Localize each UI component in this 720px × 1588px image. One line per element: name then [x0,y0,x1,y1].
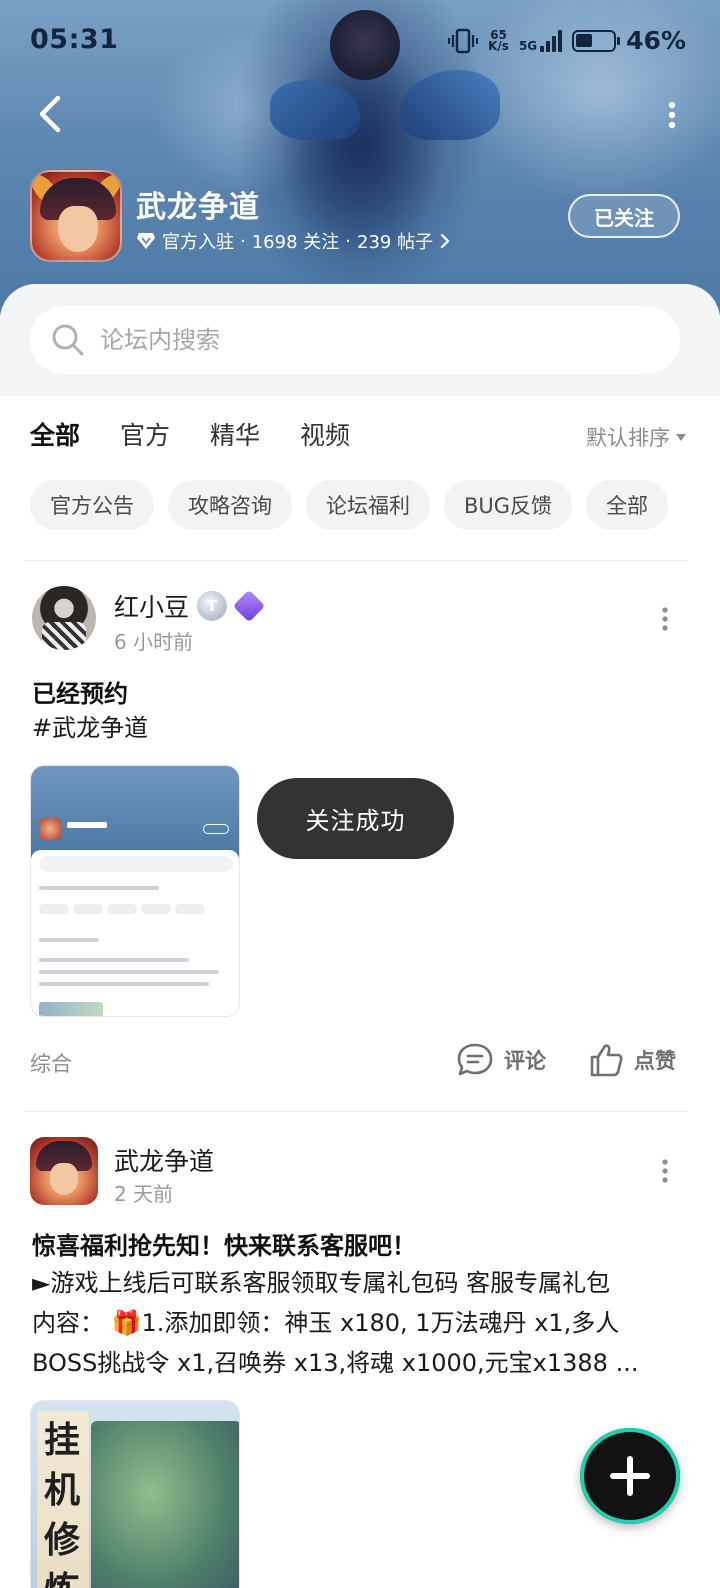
chip-all[interactable]: 全部 [586,480,669,530]
create-post-button[interactable] [580,1428,680,1524]
post-time: 2 天前 [114,1182,174,1206]
tab-official[interactable]: 官方 [120,416,170,456]
verified-diamond-icon [137,233,155,249]
signal-bars-icon [540,29,563,52]
follow-button[interactable]: 已关注 [568,194,680,238]
more-vertical-icon[interactable] [660,1158,670,1184]
screenshot-thumbnail [31,766,239,1016]
app-meta[interactable]: 官方入驻 · 1698 关注 · 239 帖子 [136,228,451,254]
verified-label: 官方入驻 [162,232,234,253]
divider [24,560,688,561]
calligraphy-text: 挂机修炼 [43,1419,80,1588]
comment-icon [457,1043,493,1076]
post-body[interactable]: ►游戏上线后可联系客服领取专属礼包码 客服专属礼包 内容： 🎁1.添加即领：神玉… [32,1263,688,1383]
post-image[interactable]: 挂机修炼 [30,1400,240,1588]
app-icon [30,170,122,262]
post-title[interactable]: 惊喜福利抢先知！快来联系客服吧！ [32,1226,416,1261]
game-scene-art [91,1421,239,1588]
battery-level [576,33,593,47]
sort-dropdown[interactable]: 默认排序 [586,422,686,452]
network-speed: 65 K/s [488,27,509,53]
category-chips: 官方公告 攻略咨询 论坛福利 BUG反馈 全部 [30,480,669,530]
post-body[interactable]: #武龙争道 [32,708,688,748]
comment-label: 评论 [504,1049,546,1073]
vibrate-icon [448,28,479,53]
cell-signal: 5G [518,29,563,53]
search-area [0,284,720,396]
thumbs-up-icon [590,1044,623,1077]
post-image[interactable] [30,765,240,1017]
sort-label: 默认排序 [586,426,670,450]
post-author[interactable]: 武龙争道 [114,1142,214,1178]
meta-separator: · [240,230,246,252]
followers-count: 1698 关注 [251,232,340,253]
divider [24,1111,688,1112]
post-body-line: BOSS挑战令 x1,召唤券 x13,将魂 x1000,元宝x1388 ... [32,1349,639,1377]
tab-featured[interactable]: 精华 [210,416,260,456]
search-input[interactable] [100,326,620,354]
author-name: 红小豆 [114,593,190,622]
chip-guides[interactable]: 攻略咨询 [168,480,292,530]
level-badge-icon: T [197,591,228,621]
caret-down-icon [676,433,686,441]
post-time: 6 小时前 [114,630,194,654]
search-icon [52,324,84,356]
post-author[interactable]: 红小豆 T [114,588,266,624]
like-label: 点赞 [634,1049,676,1073]
filter-tabs: 全部 官方 精华 视频 [30,416,350,462]
chip-announcements[interactable]: 官方公告 [30,480,154,530]
post-actions: 综合 评论 点赞 [0,1042,720,1082]
more-vertical-icon[interactable] [662,100,682,130]
status-icons: 65 K/s 5G 46% [448,26,686,55]
post-title[interactable]: 已经预约 [32,674,128,709]
app-title: 武龙争道 [136,190,260,225]
battery-percent: 46% [626,26,686,55]
chip-bug-feedback[interactable]: BUG反馈 [444,480,573,530]
comment-button[interactable]: 评论 [456,1042,546,1078]
author-name: 武龙争道 [114,1147,215,1176]
chevron-right-icon [440,233,450,249]
search-box[interactable] [30,306,680,374]
network-type: 5G [518,38,538,53]
back-arrow-icon[interactable] [30,92,74,136]
toast-message: 关注成功 [257,778,454,859]
post-body-line: 内容： 🎁1.添加即领：神玉 x180, 1万法魂丹 x1,多人 [32,1309,620,1337]
avatar[interactable] [32,586,96,650]
like-button[interactable]: 点赞 [588,1042,676,1078]
chip-welfare[interactable]: 论坛福利 [306,480,430,530]
banner-artwork-head [330,10,400,80]
post-category[interactable]: 综合 [30,1048,72,1078]
status-time: 05:31 [30,24,119,55]
tab-video[interactable]: 视频 [300,416,350,456]
plus-icon [610,1456,650,1496]
battery-icon [572,29,621,52]
header-banner: 05:31 65 K/s 5G 46% 武龙争道 官方入驻 · 1698 关注 … [0,0,720,330]
meta-separator: · [345,230,351,252]
tab-all[interactable]: 全部 [30,416,80,462]
avatar[interactable] [30,1137,98,1205]
gem-badge-icon [232,589,266,623]
post-body-line: ►游戏上线后可联系客服领取专属礼包码 客服专属礼包 [32,1269,611,1297]
more-vertical-icon[interactable] [660,606,670,632]
posts-count: 239 帖子 [357,232,434,253]
